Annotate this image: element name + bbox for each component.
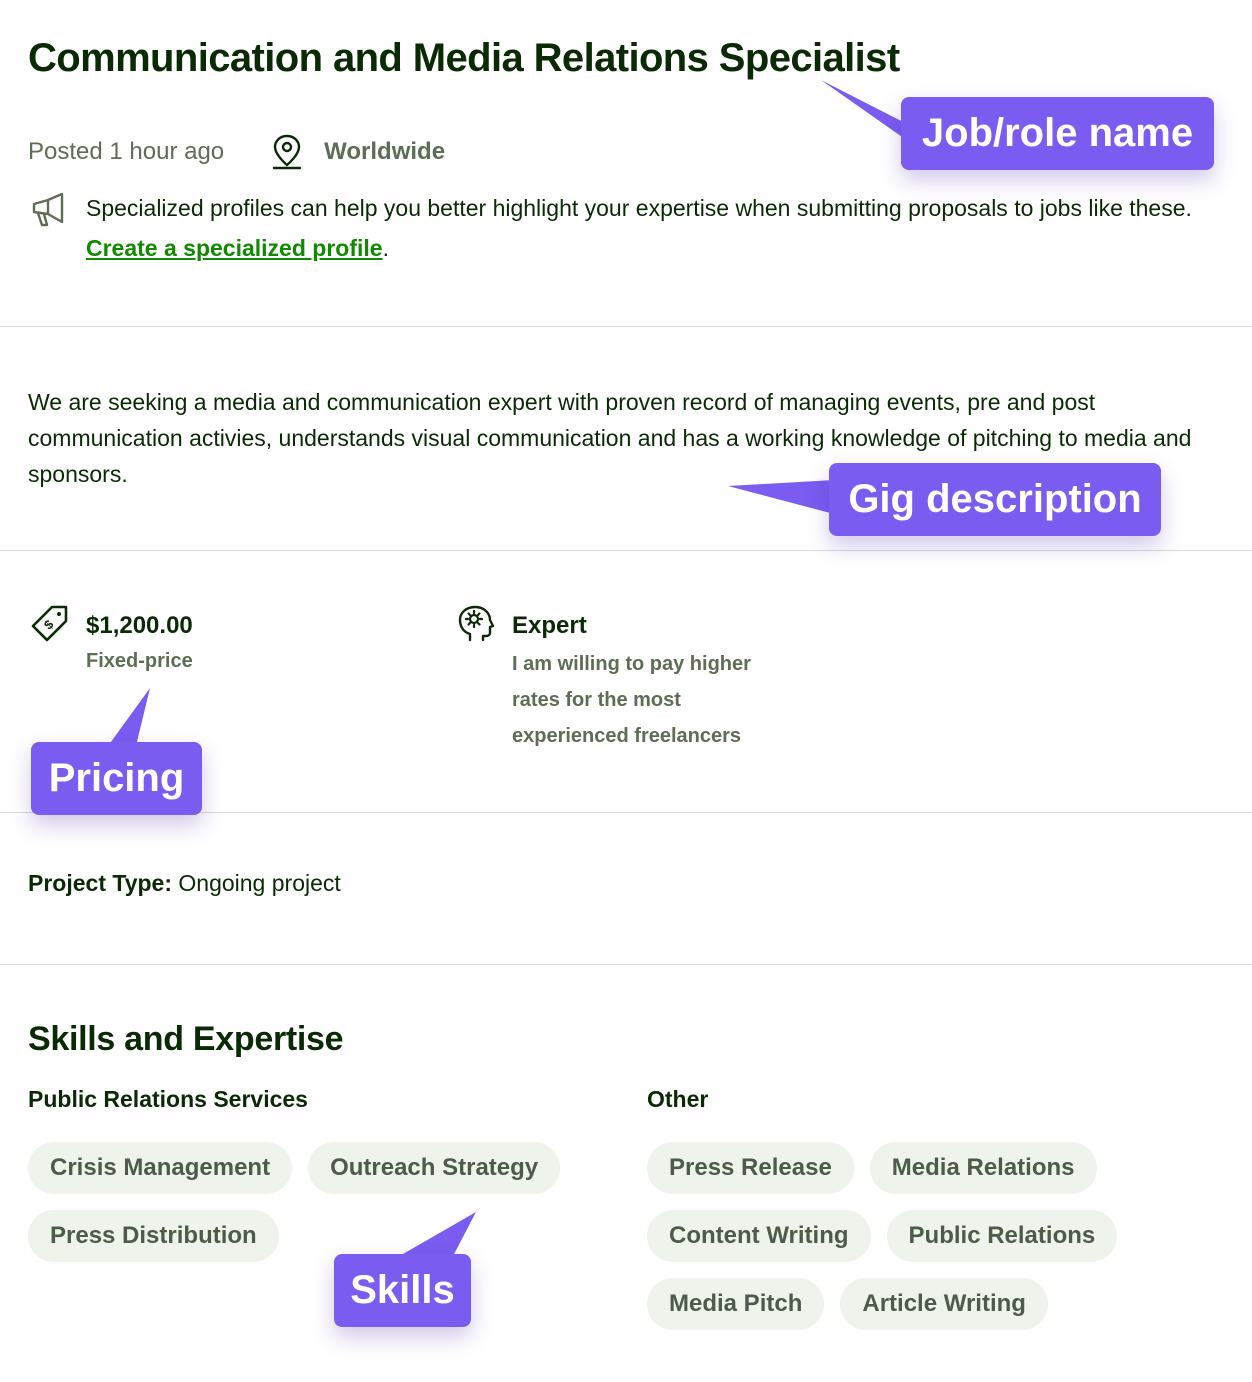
skill-chip[interactable]: Crisis Management <box>28 1142 293 1194</box>
map-pin-icon <box>272 134 302 170</box>
callout-pointer <box>108 688 150 746</box>
skill-chip[interactable]: Public Relations <box>886 1210 1118 1262</box>
promo-text: Specialized profiles can help you better… <box>86 188 1208 268</box>
skill-group-other: Press Release Media Relations Content Wr… <box>647 1142 1147 1330</box>
svg-text:$: $ <box>41 616 57 632</box>
experience-level: Expert <box>512 612 587 639</box>
promo-end: . <box>382 235 389 261</box>
experience-level-description: I am willing to pay higher rates for the… <box>512 653 751 747</box>
annotation-skills: Skills <box>334 1254 471 1327</box>
callout-pointer <box>728 480 834 514</box>
callout-pointer <box>396 1212 476 1258</box>
price-tag-icon: $ <box>31 605 68 642</box>
skill-group-public-relations: Crisis Management Outreach Strategy Pres… <box>28 1142 588 1262</box>
skill-chip[interactable]: Press Release <box>647 1142 854 1194</box>
skill-chip[interactable]: Media Pitch <box>647 1278 825 1330</box>
megaphone-icon <box>32 192 64 227</box>
price-amount: $1,200.00 <box>86 612 193 639</box>
price-type: Fixed-price <box>86 650 193 672</box>
posted-time: Posted 1 hour ago <box>28 138 225 165</box>
specialized-profile-promo: Specialized profiles can help you better… <box>28 188 1208 268</box>
skill-chip[interactable]: Content Writing <box>647 1210 871 1262</box>
job-meta: Posted 1 hour ago Worldwide <box>28 134 445 170</box>
skill-chip[interactable]: Press Distribution <box>28 1210 279 1262</box>
divider <box>0 964 1252 965</box>
project-type-value: Ongoing project <box>172 870 341 896</box>
job-location: Worldwide <box>324 138 446 165</box>
divider <box>0 326 1252 327</box>
skill-chip[interactable]: Article Writing <box>840 1278 1048 1330</box>
annotation-gig-description: Gig description <box>829 463 1161 536</box>
skill-chip[interactable]: Outreach Strategy <box>308 1142 561 1194</box>
create-specialized-profile-link[interactable]: Create a specialized profile <box>86 235 383 261</box>
pricing-info: $ $1,200.00 Fixed-price <box>30 604 193 673</box>
skills-heading: Skills and Expertise <box>28 1020 344 1058</box>
job-title: Communication and Media Relations Specia… <box>28 36 900 80</box>
skill-group-title: Public Relations Services <box>28 1086 308 1112</box>
head-gear-icon <box>458 605 495 642</box>
project-type: Project Type: Ongoing project <box>28 870 341 897</box>
experience-level-info: Expert I am willing to pay higher rates … <box>456 604 772 754</box>
project-type-label: Project Type: <box>28 870 172 896</box>
annotation-job-name: Job/role name <box>901 97 1214 170</box>
divider <box>0 550 1252 551</box>
skill-group-title: Other <box>647 1086 709 1112</box>
promo-message: Specialized profiles can help you better… <box>86 195 1192 221</box>
skill-chip[interactable]: Media Relations <box>869 1142 1097 1194</box>
annotation-pricing: Pricing <box>31 742 202 815</box>
